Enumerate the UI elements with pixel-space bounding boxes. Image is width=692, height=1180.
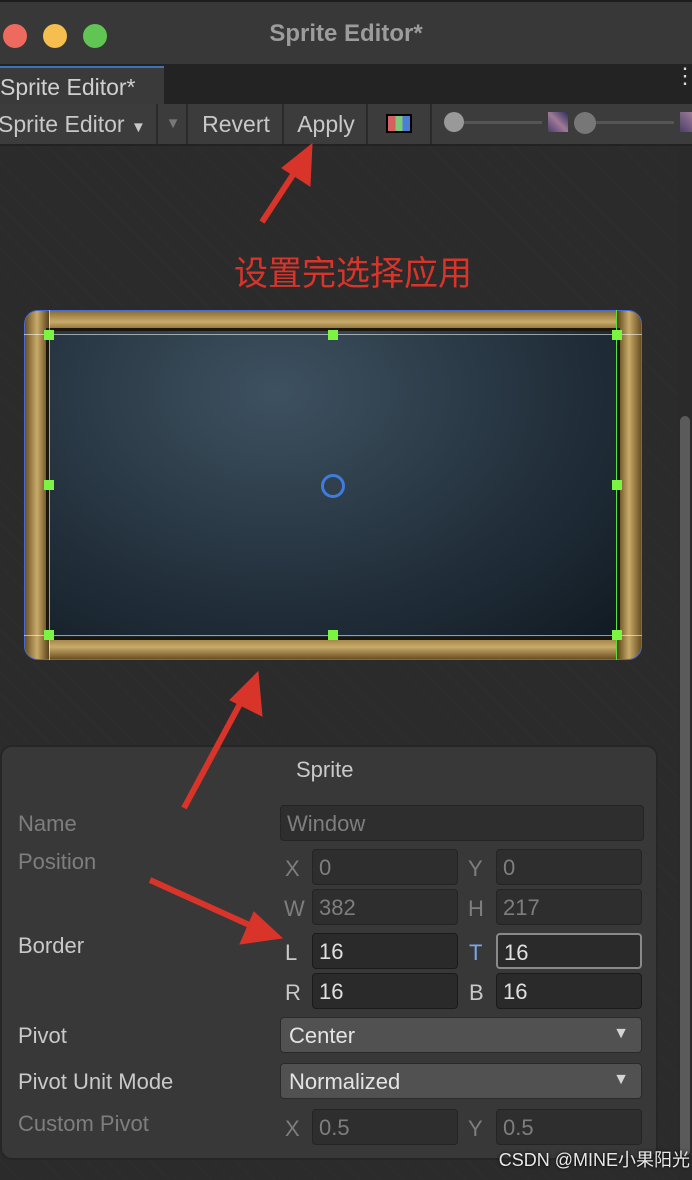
annotation-arrows [148,142,313,945]
arrow-to-sprite [181,698,245,810]
watermark: CSDN @MINE小果阳光 [498,1150,690,1170]
arrow-to-border [148,877,258,931]
